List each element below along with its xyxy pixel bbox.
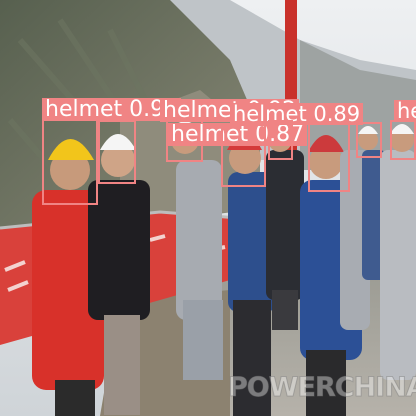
detection-label: helmet 0.89 [230,103,364,125]
detection-box [221,124,266,187]
construction-site-photo [0,0,416,416]
photo-scene: helmet 0.92 helmet 0.87 helmet 0.92 helm… [0,0,416,416]
detection-box [356,122,382,158]
detection-box: helmet 0.87 [166,118,308,162]
detection-box: helmet 0.92 [98,99,300,184]
detection-box [268,120,293,160]
detection-box: helmet 0.89 [230,103,364,192]
detection-box: helmet 0.92 [42,98,182,205]
watermark: POWERCHINA [228,372,416,404]
detection-box: helmet 0.91 [390,100,416,160]
detection-label: helmet 0.91 [394,100,416,122]
